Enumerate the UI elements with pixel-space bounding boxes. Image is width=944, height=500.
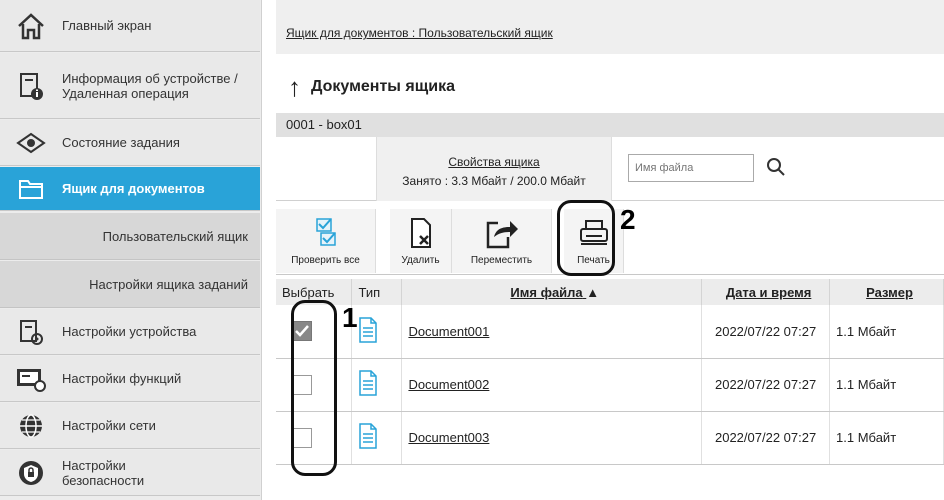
nav-home-label: Главный экран: [62, 18, 152, 33]
delete-button[interactable]: Удалить: [390, 209, 452, 273]
delete-icon: [390, 215, 451, 251]
header-size[interactable]: Размер: [829, 279, 944, 305]
file-size: 1.1 Мбайт: [829, 358, 944, 412]
breadcrumb[interactable]: Ящик для документов : Пользовательский я…: [286, 26, 553, 40]
file-name-link[interactable]: Document003: [408, 430, 489, 445]
table-row: Document003 2022/07/22 07:27 1.1 Мбайт: [276, 411, 944, 465]
document-icon: [358, 423, 378, 452]
nav-security-settings[interactable]: Настройки безопасности: [0, 450, 260, 496]
nav-network-settings[interactable]: Настройки сети: [0, 403, 260, 449]
job-status-icon: [0, 132, 62, 154]
callout-number-1: 1: [342, 302, 358, 333]
nav-network-settings-label: Настройки сети: [62, 418, 156, 433]
file-datetime: 2022/07/22 07:27: [701, 305, 831, 359]
sort-ascending-icon: ▲: [586, 284, 600, 300]
document-icon: [358, 370, 378, 399]
arrow-up-icon[interactable]: ↑: [288, 74, 301, 100]
page-title: Документы ящика: [311, 78, 455, 95]
nav-job-status[interactable]: Состояние задания: [0, 120, 260, 166]
nav-document-box[interactable]: Ящик для документов: [0, 167, 260, 211]
file-datetime: 2022/07/22 07:27: [701, 411, 831, 465]
table-row: Document001 2022/07/22 07:27 1.1 Мбайт: [276, 305, 944, 359]
check-all-icon: [276, 215, 375, 251]
move-button[interactable]: Переместить: [452, 209, 552, 273]
nav-device-info-label: Информация об устройстве / Удаленная опе…: [62, 70, 238, 101]
nav-device-settings-label: Настройки устройства: [62, 324, 197, 339]
nav-job-box-settings[interactable]: Настройки ящика заданий: [0, 261, 260, 308]
header-type: Тип: [351, 279, 403, 305]
check-all-label: Проверить все: [291, 255, 360, 266]
box-properties-row: Свойства ящика Занято : 3.3 Мбайт / 200.…: [276, 137, 944, 201]
filename-search-input[interactable]: [628, 154, 754, 182]
box-usage: Занято : 3.3 Мбайт / 200.0 Мбайт: [402, 174, 586, 188]
nav-function-settings[interactable]: Настройки функций: [0, 356, 260, 402]
box-properties-link[interactable]: Свойства ящика: [377, 155, 611, 169]
nav-user-box-label: Пользовательский ящик: [102, 228, 248, 244]
document-icon: [358, 317, 378, 346]
file-size: 1.1 Мбайт: [829, 305, 944, 359]
nav-user-box[interactable]: Пользовательский ящик: [0, 213, 260, 260]
search-icon[interactable]: [764, 155, 788, 179]
delete-label: Удалить: [401, 255, 440, 266]
nav-security-settings-label: Настройки безопасности: [62, 457, 145, 488]
shield-icon: [0, 459, 62, 487]
network-icon: [0, 412, 62, 440]
header-filename-label: Имя файла: [510, 284, 583, 300]
file-table: Выбрать Тип Имя файла ▲ Дата и время Раз…: [276, 279, 944, 465]
header-filename[interactable]: Имя файла ▲: [401, 279, 703, 305]
title-row: ↑ Документы ящика: [276, 62, 944, 112]
file-name-link[interactable]: Document002: [408, 377, 489, 392]
nav-home[interactable]: Главный экран: [0, 0, 260, 52]
move-label: Переместить: [470, 255, 533, 266]
callout-number-2: 2: [620, 204, 636, 235]
nav-device-settings[interactable]: Настройки устройства: [0, 309, 260, 355]
check-all-button[interactable]: Проверить все: [276, 209, 376, 273]
callout-oval-checkboxes: [291, 300, 337, 476]
table-header-row: Выбрать Тип Имя файла ▲ Дата и время Раз…: [276, 279, 944, 305]
file-name-link[interactable]: Document001: [408, 324, 489, 339]
device-info-icon: [0, 71, 62, 101]
callout-oval-print: [557, 200, 615, 276]
box-name: 0001 - box01: [276, 113, 944, 137]
move-icon: [452, 215, 551, 251]
breadcrumb-bar: Ящик для документов : Пользовательский я…: [276, 0, 944, 54]
nav-document-box-label: Ящик для документов: [62, 181, 205, 196]
file-size: 1.1 Мбайт: [829, 411, 944, 465]
function-settings-icon: [0, 366, 62, 392]
header-datetime[interactable]: Дата и время: [701, 279, 831, 305]
nav-job-box-settings-label: Настройки ящика заданий: [89, 276, 248, 292]
sidebar: Главный экран Информация об устройстве /…: [0, 0, 262, 500]
file-datetime: 2022/07/22 07:27: [701, 358, 831, 412]
box-properties-cell: Свойства ящика Занято : 3.3 Мбайт / 200.…: [376, 137, 612, 201]
device-settings-icon: [0, 318, 62, 346]
table-row: Document002 2022/07/22 07:27 1.1 Мбайт: [276, 358, 944, 412]
home-icon: [0, 12, 62, 40]
nav-job-status-label: Состояние задания: [62, 135, 180, 150]
nav-device-info[interactable]: Информация об устройстве / Удаленная опе…: [0, 53, 260, 119]
nav-function-settings-label: Настройки функций: [62, 371, 182, 386]
document-box-icon: [0, 177, 62, 201]
